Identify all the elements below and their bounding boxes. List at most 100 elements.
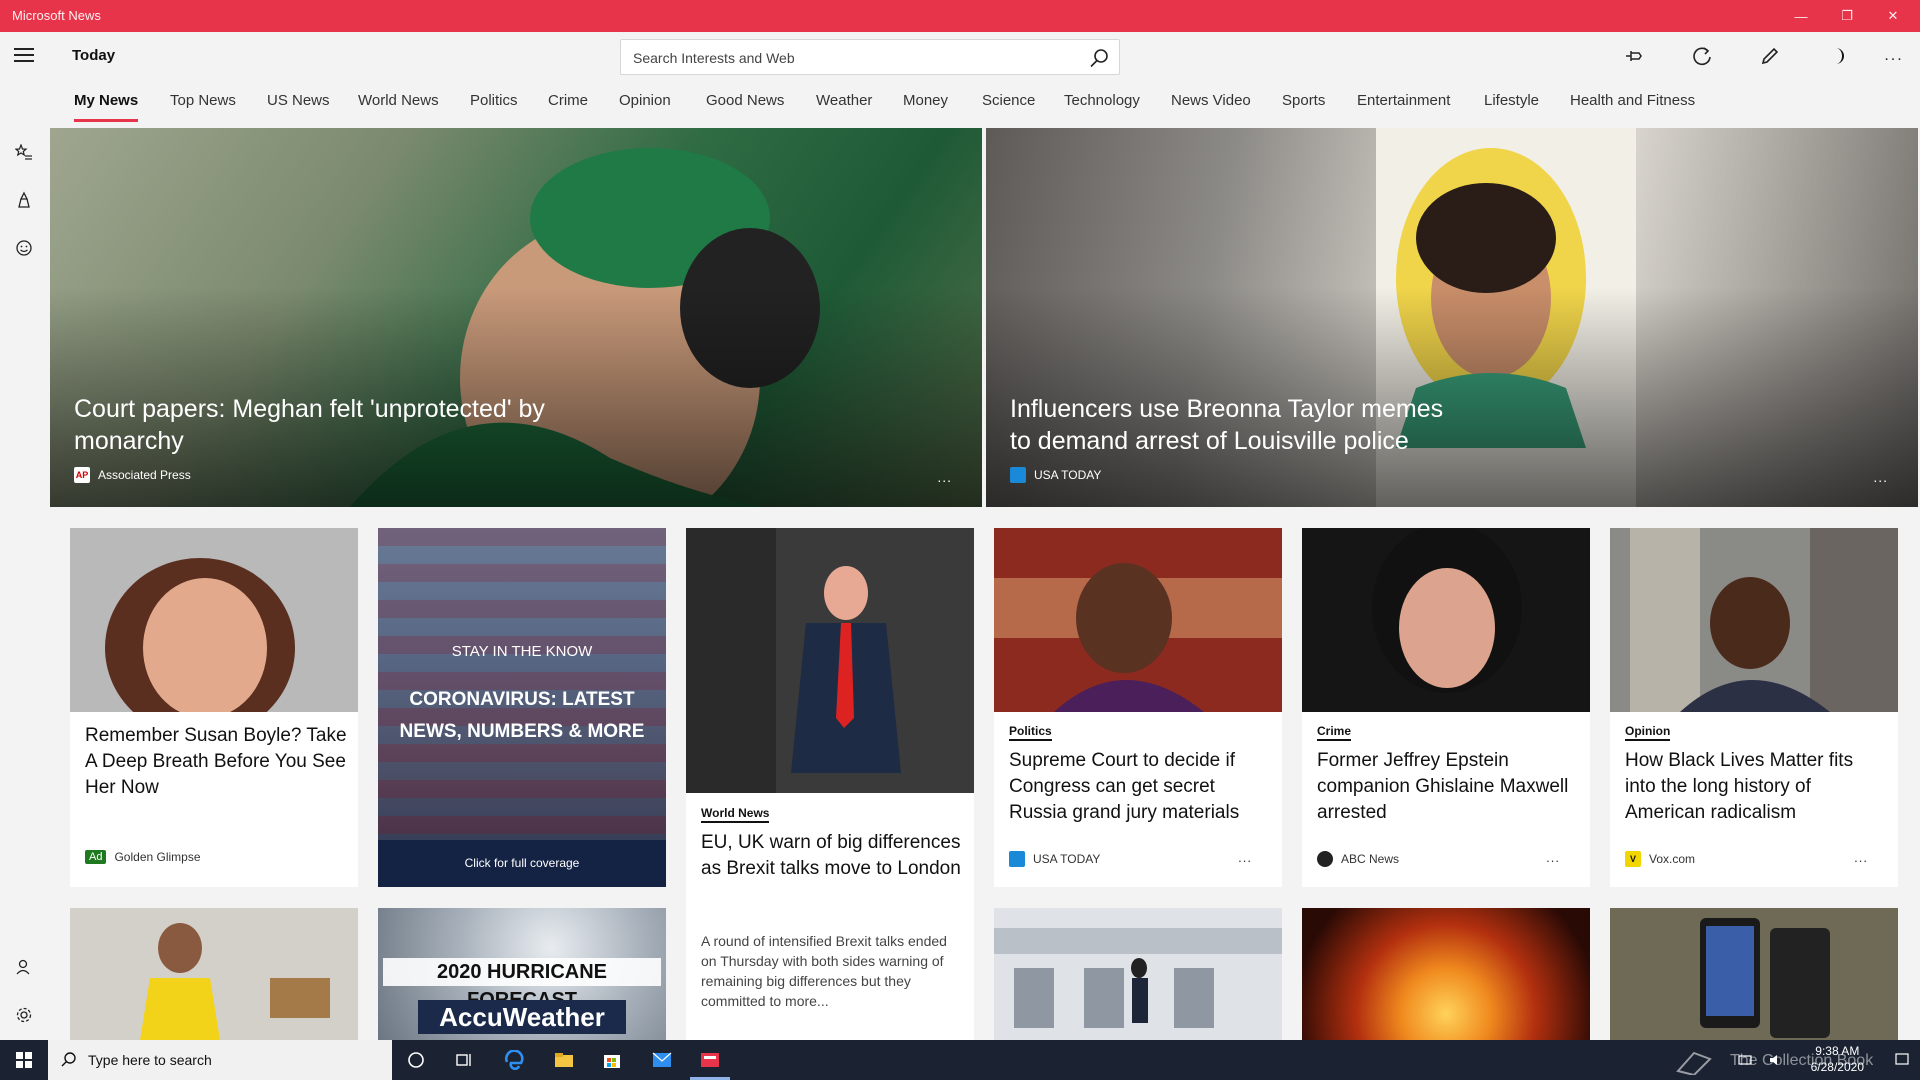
tab-entertainment[interactable]: Entertainment: [1357, 92, 1450, 109]
promo-cta[interactable]: Click for full coverage: [378, 840, 666, 887]
card-category[interactable]: Crime: [1317, 724, 1352, 741]
card-category[interactable]: Politics: [1009, 724, 1052, 741]
hurricane-forecast-card[interactable]: 2020 HURRICANE FORECAST AccuWeather: [378, 908, 666, 1040]
card-source-name: ABC News: [1341, 852, 1400, 866]
card-more-button[interactable]: ...: [1546, 850, 1560, 865]
card-category[interactable]: Opinion: [1625, 724, 1671, 741]
search-icon[interactable]: [1087, 46, 1111, 70]
tab-health-and-fitness[interactable]: Health and Fitness: [1570, 92, 1695, 109]
restore-button[interactable]: ❐: [1824, 0, 1870, 32]
card-image: [994, 908, 1282, 1040]
edit-icon[interactable]: [1754, 40, 1786, 72]
card-title[interactable]: Supreme Court to decide if Congress can …: [1009, 748, 1271, 826]
usa-today-logo-icon: [1009, 851, 1025, 867]
tab-good-news[interactable]: Good News: [706, 92, 784, 109]
tab-top-news[interactable]: Top News: [170, 92, 236, 109]
card-source-name: Vox.com: [1649, 852, 1696, 866]
taskbar-search-placeholder: Type here to search: [88, 1052, 212, 1068]
tab-lifestyle[interactable]: Lifestyle: [1484, 92, 1539, 109]
story-card-volunteer[interactable]: [70, 908, 358, 1040]
more-options-icon[interactable]: ...: [1878, 40, 1910, 72]
notifications-icon[interactable]: [1878, 1044, 1920, 1076]
card-source: V Vox.com: [1625, 851, 1695, 867]
edge-browser-icon[interactable]: [490, 1044, 538, 1076]
story-card-sun[interactable]: [1302, 908, 1590, 1040]
card-description: A round of intensified Brexit talks ende…: [701, 933, 947, 1009]
card-source: USA TODAY: [1009, 851, 1100, 867]
interests-icon[interactable]: [0, 133, 48, 173]
settings-icon[interactable]: [0, 995, 48, 1035]
tab-opinion[interactable]: Opinion: [619, 92, 671, 109]
cortana-icon[interactable]: [392, 1044, 440, 1076]
tab-world-news[interactable]: World News: [358, 92, 439, 109]
hamburger-menu-icon[interactable]: [12, 44, 36, 68]
tab-weather[interactable]: Weather: [816, 92, 872, 109]
taskbar-clock[interactable]: 9:38 AM 6/28/2020: [1811, 1043, 1864, 1075]
emoji-icon[interactable]: [0, 228, 48, 268]
clock-time: 9:38 AM: [1815, 1044, 1860, 1058]
page-title: Today: [72, 47, 116, 64]
pin-icon[interactable]: [1618, 40, 1650, 72]
tab-politics[interactable]: Politics: [470, 92, 518, 109]
tab-my-news[interactable]: My News: [74, 92, 138, 109]
volume-icon[interactable]: [1752, 1044, 1800, 1076]
local-icon[interactable]: [0, 180, 48, 220]
mail-icon[interactable]: [638, 1044, 686, 1076]
story-card-phones[interactable]: [1610, 908, 1898, 1040]
hero-more-button[interactable]: ...: [937, 469, 952, 485]
dark-mode-icon[interactable]: [1822, 40, 1854, 72]
story-card-airport[interactable]: [994, 908, 1282, 1040]
hero-source: USA TODAY: [1010, 467, 1101, 483]
hero-story-breonna[interactable]: Influencers use Breonna Taylor memes to …: [986, 128, 1918, 507]
card-more-button[interactable]: ...: [1238, 850, 1252, 865]
card-image: [1302, 908, 1590, 1040]
card-title[interactable]: Former Jeffrey Epstein companion Ghislai…: [1317, 748, 1579, 826]
card-image: [686, 528, 974, 793]
task-view-icon[interactable]: [440, 1044, 488, 1076]
story-card-blm[interactable]: Opinion How Black Lives Matter fits into…: [1610, 528, 1898, 887]
close-button[interactable]: ✕: [1870, 0, 1916, 32]
search-box[interactable]: Search Interests and Web: [620, 39, 1120, 75]
file-explorer-icon[interactable]: [540, 1044, 588, 1076]
tab-us-news[interactable]: US News: [267, 92, 330, 109]
hero-more-button[interactable]: ...: [1873, 469, 1888, 485]
minimize-button[interactable]: —: [1778, 0, 1824, 32]
card-image: [1302, 528, 1590, 712]
hero-headline[interactable]: Court papers: Meghan felt 'unprotected' …: [74, 393, 594, 457]
hero-headline[interactable]: Influencers use Breonna Taylor memes to …: [1010, 393, 1450, 457]
refresh-icon[interactable]: [1686, 40, 1718, 72]
taskbar-search-box[interactable]: Type here to search: [48, 1040, 392, 1080]
card-image: [1610, 908, 1898, 1040]
store-icon[interactable]: [588, 1044, 636, 1076]
tab-sports[interactable]: Sports: [1282, 92, 1325, 109]
tab-science[interactable]: Science: [982, 92, 1035, 109]
tab-money[interactable]: Money: [903, 92, 948, 109]
vox-logo-icon: V: [1625, 851, 1641, 867]
story-card-supreme-court[interactable]: Politics Supreme Court to decide if Cong…: [994, 528, 1282, 887]
card-title[interactable]: Remember Susan Boyle? Take A Deep Breath…: [85, 723, 347, 801]
hero-story-meghan[interactable]: Court papers: Meghan felt 'unprotected' …: [50, 128, 982, 507]
hurricane-title: 2020 HURRICANE FORECAST: [383, 958, 661, 1011]
card-title[interactable]: How Black Lives Matter fits into the lon…: [1625, 748, 1887, 826]
tab-technology[interactable]: Technology: [1064, 92, 1140, 109]
account-icon[interactable]: [0, 947, 48, 987]
tab-crime[interactable]: Crime: [548, 92, 588, 109]
card-title[interactable]: EU, UK warn of big differences as Brexit…: [701, 830, 963, 882]
title-bar: Microsoft News — ❐ ✕: [0, 0, 1920, 32]
story-card-brexit[interactable]: World News EU, UK warn of big difference…: [686, 528, 974, 1040]
card-category[interactable]: World News: [701, 806, 770, 823]
story-card-susan-boyle[interactable]: Remember Susan Boyle? Take A Deep Breath…: [70, 528, 358, 887]
left-rail: [0, 80, 48, 1040]
story-card-maxwell[interactable]: Crime Former Jeffrey Epstein companion G…: [1302, 528, 1590, 887]
news-app-icon[interactable]: [686, 1044, 734, 1076]
search-placeholder: Search Interests and Web: [633, 50, 795, 66]
card-source: ABC News: [1317, 851, 1399, 867]
accuweather-logo: AccuWeather: [418, 1000, 626, 1034]
app-title: Microsoft News: [12, 8, 101, 23]
promo-title[interactable]: CORONAVIRUS: LATEST NEWS, NUMBERS & MORE: [392, 684, 652, 748]
windows-start-icon[interactable]: [0, 1044, 48, 1076]
watermark-book-icon: [1670, 1040, 1718, 1080]
card-more-button[interactable]: ...: [1854, 850, 1868, 865]
tab-news-video[interactable]: News Video: [1171, 92, 1251, 109]
coronavirus-promo-card[interactable]: STAY IN THE KNOW CORONAVIRUS: LATEST NEW…: [378, 528, 666, 887]
